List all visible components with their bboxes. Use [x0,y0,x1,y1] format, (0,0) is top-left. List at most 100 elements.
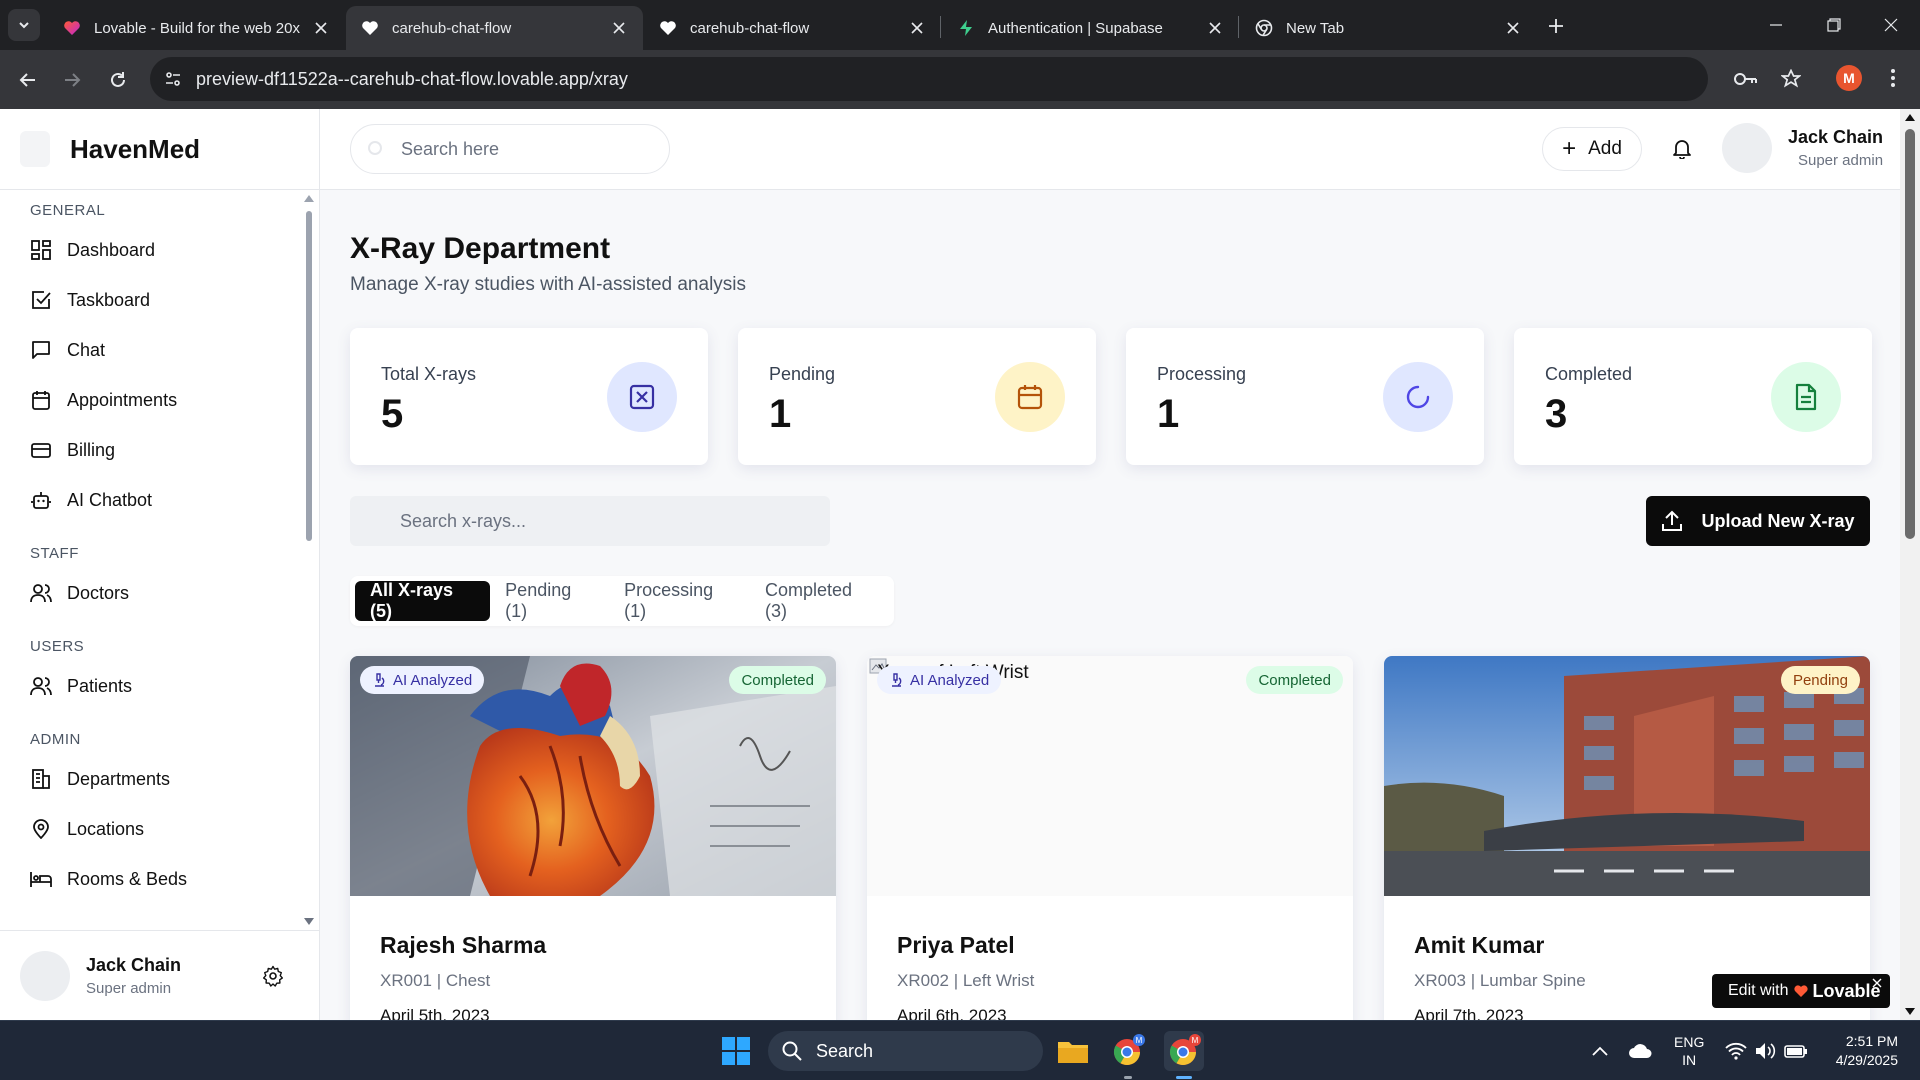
stat-label: Total X-rays [381,364,477,384]
brand[interactable]: HavenMed [0,109,319,190]
profile-avatar[interactable]: M [1836,65,1862,91]
bookmark-star-icon[interactable] [1778,67,1804,91]
sidebar-item-chat[interactable]: Chat [30,325,305,375]
upload-xray-button[interactable]: Upload New X-ray [1646,496,1870,546]
sidebar-item-appointments[interactable]: Appointments [30,375,305,425]
clock[interactable]: 2:51 PM 4/29/2025 [1828,1032,1898,1070]
page-scrollbar[interactable] [1900,109,1920,1020]
close-tab-icon[interactable] [1503,18,1523,38]
taskbar-search[interactable]: Search [768,1031,1043,1071]
forward-button[interactable] [56,64,88,96]
new-tab-button[interactable] [1542,12,1570,40]
browser-tab-carehub[interactable]: carehub-chat-flow [644,6,941,50]
password-key-icon[interactable] [1733,67,1759,91]
close-icon [1872,978,1882,988]
close-tab-icon[interactable] [1205,18,1225,38]
svg-text:M: M [1192,1036,1199,1045]
sidebar-item-ai-chatbot[interactable]: AI Chatbot [30,475,305,525]
xray-date: April 6th, 2023 [897,1006,1007,1020]
add-button[interactable]: + Add [1542,127,1642,171]
page-subtitle: Manage X-ray studies with AI-assisted an… [350,274,747,295]
browser-tab-supabase[interactable]: Authentication | Supabase [942,6,1239,50]
sidebar-item-departments[interactable]: Departments [30,754,305,804]
language-indicator[interactable]: ENG IN [1674,1033,1704,1069]
browser-tab-new[interactable]: New Tab [1240,6,1537,50]
xray-card[interactable]: AI Analyzed Completed Rajesh Sharma XR00… [350,656,836,1020]
xray-card[interactable]: Pending Amit Kumar XR003 | Lumbar Spine … [1384,656,1870,1020]
supabase-bolt-icon [956,18,976,38]
nav-section-users: USERS [30,638,85,655]
battery-icon[interactable] [1776,1031,1816,1071]
notification-bell-icon[interactable] [1671,137,1695,161]
sidebar-item-label: Chat [67,339,106,360]
sidebar-item-locations[interactable]: Locations [30,804,305,854]
tab-title: Lovable - Build for the web 20x [94,19,300,37]
checkbox-icon [30,289,52,311]
browser-tab-lovable[interactable]: Lovable - Build for the web 20x [48,6,345,50]
xray-date: April 7th, 2023 [1414,1006,1524,1020]
upload-icon [1661,510,1683,532]
sidebar-item-rooms-beds[interactable]: Rooms & Beds [30,854,305,904]
arrow-left-icon [19,73,35,87]
close-tab-icon[interactable] [311,18,331,38]
file-explorer-icon[interactable] [1053,1031,1093,1071]
sidebar-item-doctors[interactable]: Doctors [30,568,305,618]
sidebar-item-billing[interactable]: Billing [30,425,305,475]
windows-taskbar: Search M M ENG IN 2:51 PM 4/29/2025 [0,1020,1920,1080]
header-user-menu[interactable]: Jack Chain Super admin [1722,123,1883,173]
browser-toolbar: preview-df11522a--carehub-chat-flow.lova… [0,50,1920,109]
sidebar-item-taskboard[interactable]: Taskboard [30,275,305,325]
windows-start-icon[interactable] [716,1031,756,1071]
chevron-up-icon[interactable] [1580,1031,1620,1071]
stat-label: Completed [1545,364,1633,384]
stat-card-pending: Pending 1 [738,328,1096,465]
gear-icon[interactable] [262,965,286,989]
search-icon [782,1041,802,1061]
xray-search-input[interactable]: Search x-rays... [350,496,830,546]
chrome-profile-m-icon[interactable]: M [1108,1031,1148,1071]
ai-analyzed-badge: AI Analyzed [877,666,1002,694]
calendar-icon [30,389,52,411]
browser-menu-icon[interactable] [1880,65,1906,91]
running-app-indicator [1124,1076,1132,1079]
sidebar-item-dashboard[interactable]: Dashboard [30,225,305,275]
xray-card[interactable]: X-ray of Left Wrist AI Analyzed Complete… [867,656,1353,1020]
patient-name: Priya Patel [897,932,1015,958]
edit-with-lovable-badge[interactable]: Edit with Lovable [1712,974,1890,1008]
chevron-down-icon [19,22,29,29]
xray-id-region: XR002 | Left Wrist [897,971,1035,990]
back-button[interactable] [12,64,44,96]
tab-completed[interactable]: Completed (3) [750,580,889,621]
close-tab-icon[interactable] [609,18,629,38]
tab-search-button[interactable] [8,9,40,41]
add-label: Add [1588,138,1622,159]
sidebar-item-patients[interactable]: Patients [30,661,305,711]
tab-pending[interactable]: Pending (1) [490,580,609,621]
sidebar-item-label: Appointments [67,389,178,410]
browser-tab-carehub-active[interactable]: carehub-chat-flow [346,6,643,50]
chrome-active-icon[interactable]: M [1164,1031,1204,1071]
onedrive-cloud-icon[interactable] [1620,1031,1660,1071]
page-title: X-Ray Department [350,232,611,265]
lovable-brand: Lovable [1812,980,1881,1001]
stat-card-processing: Processing 1 [1126,328,1484,465]
close-tab-icon[interactable] [907,18,927,38]
microscope-icon [372,673,386,687]
restore-button[interactable] [1805,0,1863,50]
sidebar-user-card[interactable]: Jack Chain Super admin [0,930,319,1020]
sidebar-item-label: Departments [67,768,171,789]
tab-processing[interactable]: Processing (1) [609,580,750,621]
tab-all-xrays[interactable]: All X-rays (5) [355,580,491,621]
address-bar[interactable]: preview-df11522a--carehub-chat-flow.lova… [150,57,1801,101]
nav-section-general: GENERAL [30,202,106,219]
global-search-input[interactable]: Search here [350,124,670,174]
lang-region: IN [1682,1052,1697,1068]
sidebar-scrollbar[interactable] [302,190,316,930]
lovable-heart-icon [62,18,82,38]
nav-section-staff: STAFF [30,545,79,562]
minimize-button[interactable] [1747,0,1805,50]
spinner-icon [1383,362,1453,432]
reload-button[interactable] [102,64,134,96]
close-window-button[interactable] [1862,0,1920,50]
stat-value: 5 [381,392,404,436]
